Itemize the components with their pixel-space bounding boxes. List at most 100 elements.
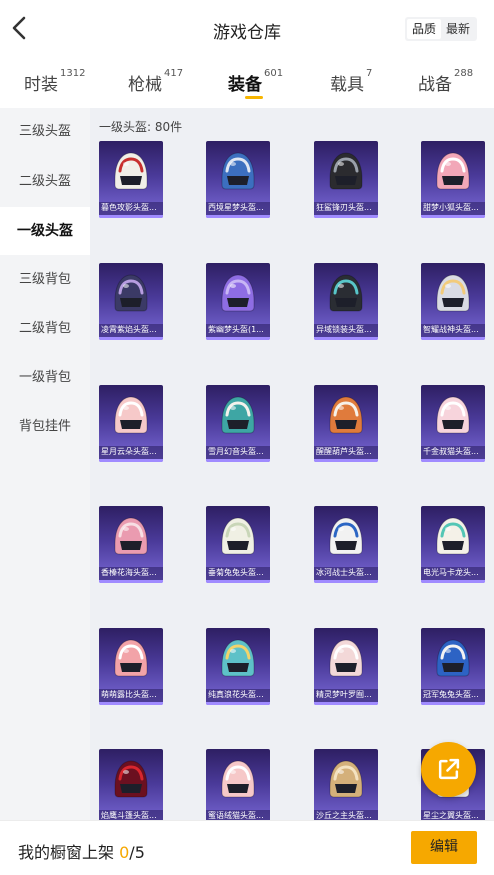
- helmet-icon: [221, 760, 255, 798]
- tab-label: 枪械: [128, 75, 162, 95]
- sort-option-newest[interactable]: 最新: [441, 19, 475, 39]
- helmet-icon: [221, 396, 255, 434]
- sidebar-item-helmet-lv3[interactable]: 三级头盔: [0, 108, 90, 156]
- item-card[interactable]: 甜梦小狐头盔...: [421, 141, 485, 218]
- helmet-icon: [114, 517, 148, 555]
- item-card[interactable]: 电光马卡龙头...: [421, 506, 485, 583]
- item-name: 暮色攻影头盔...: [101, 203, 157, 212]
- item-card[interactable]: 暮色攻影头盔...: [99, 141, 163, 218]
- tab-count: 288: [454, 68, 474, 79]
- helmet-icon: [221, 639, 255, 677]
- item-card[interactable]: 千金叔猫头盔...: [421, 385, 485, 462]
- sidebar-item-backpack-lv1[interactable]: 一级背包: [0, 354, 90, 402]
- item-card[interactable]: 西境星梦头盔...: [206, 141, 270, 218]
- item-name: 凌霄紫焰头盔...: [101, 325, 157, 334]
- item-name: 紫幽梦头盔(1...: [208, 325, 264, 334]
- sidebar-item-helmet-lv2[interactable]: 二级头盔: [0, 158, 90, 206]
- helmet-icon: [436, 152, 470, 190]
- shelf-label: 我的橱窗上架: [18, 843, 115, 862]
- item-name: 精灵梦叶罗囿...: [316, 690, 372, 699]
- item-name: 蜜语绒猫头盔...: [208, 811, 264, 820]
- tab-label: 载具: [330, 75, 364, 95]
- item-card[interactable]: 狂鲨锋刃头盔...: [314, 141, 378, 218]
- item-card[interactable]: 冰河战士头盔...: [314, 506, 378, 583]
- item-card[interactable]: 蜜语绒猫头盔...: [206, 749, 270, 820]
- shelf-total: /5: [129, 843, 145, 862]
- active-tab-indicator: [245, 96, 263, 99]
- item-name: 千金叔猫头盔...: [423, 447, 479, 456]
- tab-count: 417: [164, 68, 184, 79]
- item-card[interactable]: 异域锁装头盔...: [314, 263, 378, 340]
- top-bar: 游戏仓库 品质 最新: [0, 0, 494, 58]
- item-name: 智耀战神头盔...: [423, 325, 479, 334]
- tab-weapons[interactable]: 枪械417: [128, 68, 184, 95]
- item-card[interactable]: 垂菊兔兔头盔...: [206, 506, 270, 583]
- helmet-icon: [221, 152, 255, 190]
- edit-button[interactable]: 编辑: [411, 831, 477, 864]
- item-name: 星月云朵头盔...: [101, 447, 157, 456]
- item-card[interactable]: 紫幽梦头盔(1...: [206, 263, 270, 340]
- sidebar-item-backpack-charm[interactable]: 背包挂件: [0, 403, 90, 451]
- item-name: 醒醒葫芦头盔...: [316, 447, 372, 456]
- share-icon: [438, 758, 460, 780]
- bottom-bar: 我的橱窗上架 0/5 编辑: [0, 820, 494, 875]
- sidebar-item-helmet-lv1[interactable]: 一级头盔: [0, 207, 90, 255]
- shelf-status: 我的橱窗上架 0/5: [18, 839, 145, 863]
- helmet-icon: [114, 760, 148, 798]
- item-card[interactable]: 萌萌露比头盔...: [99, 628, 163, 705]
- item-card[interactable]: 冠军兔兔头盔...: [421, 628, 485, 705]
- sidebar-item-backpack-lv2[interactable]: 二级背包: [0, 305, 90, 353]
- item-card[interactable]: 凌霄紫焰头盔...: [99, 263, 163, 340]
- item-name: 纯真浪花头盔...: [208, 690, 264, 699]
- item-name: 香榛花海头盔...: [101, 568, 157, 577]
- item-name: 狂鲨锋刃头盔...: [316, 203, 372, 212]
- tab-label: 战备: [418, 75, 452, 95]
- item-card[interactable]: 沙丘之主头盔...: [314, 749, 378, 820]
- item-card[interactable]: 醒醒葫芦头盔...: [314, 385, 378, 462]
- helmet-icon: [114, 274, 148, 312]
- item-card[interactable]: 雪月幻音头盔...: [206, 385, 270, 462]
- item-name: 电光马卡龙头...: [423, 568, 479, 577]
- helmet-icon: [221, 517, 255, 555]
- item-name: 焰鹰斗篷头盔...: [101, 811, 157, 820]
- helmet-icon: [329, 152, 363, 190]
- item-name: 雪月幻音头盔...: [208, 447, 264, 456]
- item-card[interactable]: 智耀战神头盔...: [421, 263, 485, 340]
- shelf-current: 0: [119, 843, 130, 862]
- helmet-icon: [114, 639, 148, 677]
- item-name: 冠军兔兔头盔...: [423, 690, 479, 699]
- tab-fashion[interactable]: 时装1312: [24, 68, 86, 95]
- tab-supplies[interactable]: 战备288: [418, 68, 474, 95]
- helmet-icon: [329, 760, 363, 798]
- item-card[interactable]: 焰鹰斗篷头盔...: [99, 749, 163, 820]
- sidebar-item-backpack-lv3[interactable]: 三级背包: [0, 256, 90, 304]
- helmet-icon: [329, 517, 363, 555]
- item-name: 星尘之翼头盔...: [423, 811, 479, 820]
- tab-count: 1312: [60, 68, 86, 79]
- item-name: 冰河战士头盔...: [316, 568, 372, 577]
- item-name: 异域锁装头盔...: [316, 325, 372, 334]
- tab-vehicles[interactable]: 载具7: [330, 68, 372, 95]
- helmet-icon: [329, 274, 363, 312]
- item-card[interactable]: 星月云朵头盔...: [99, 385, 163, 462]
- helmet-icon: [436, 396, 470, 434]
- share-button[interactable]: [421, 742, 476, 797]
- section-title: 一级头盔: 80件: [99, 120, 183, 134]
- item-name: 垂菊兔兔头盔...: [208, 568, 264, 577]
- item-card[interactable]: 纯真浪花头盔...: [206, 628, 270, 705]
- helmet-icon: [114, 396, 148, 434]
- item-name: 萌萌露比头盔...: [101, 690, 157, 699]
- helmet-icon: [114, 152, 148, 190]
- sort-toggle: 品质 最新: [405, 17, 477, 41]
- item-name: 甜梦小狐头盔...: [423, 203, 479, 212]
- item-card[interactable]: 精灵梦叶罗囿...: [314, 628, 378, 705]
- helmet-icon: [221, 274, 255, 312]
- tab-equipment[interactable]: 装备601: [228, 68, 284, 95]
- item-name: 沙丘之主头盔...: [316, 811, 372, 820]
- item-name: 西境星梦头盔...: [208, 203, 264, 212]
- item-grid-area: 一级头盔: 80件 暮色攻影头盔... 西境星梦头盔... 狂鲨锋刃头盔... 甜梦小…: [90, 108, 494, 820]
- item-card[interactable]: 香榛花海头盔...: [99, 506, 163, 583]
- helmet-icon: [436, 639, 470, 677]
- sort-option-quality[interactable]: 品质: [407, 19, 441, 39]
- tab-count: 601: [264, 68, 284, 79]
